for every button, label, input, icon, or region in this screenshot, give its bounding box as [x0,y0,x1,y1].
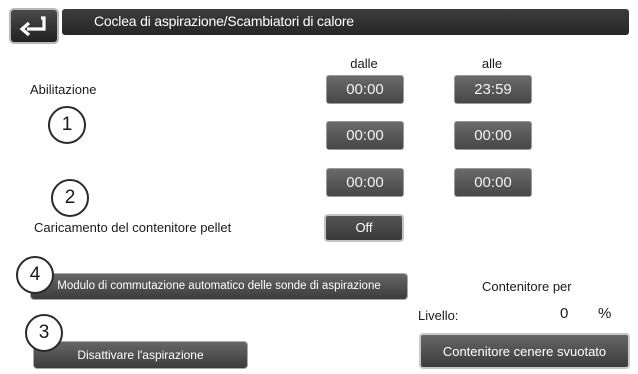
time-to-1[interactable]: 23:59 [454,75,532,104]
pellet-loading-label: Caricamento del contenitore pellet [34,220,232,235]
ash-container-emptied-button[interactable]: Contenitore cenere svuotato [419,333,630,369]
level-unit: % [598,305,612,322]
back-button[interactable] [9,8,59,44]
time-from-1[interactable]: 00:00 [326,75,404,104]
module-switch-button[interactable]: Modulo di commutazione automatico delle … [30,273,408,300]
pellet-loading-toggle[interactable]: Off [324,214,404,242]
disable-suction-button[interactable]: Disattivare l'aspirazione [33,341,248,369]
marker-3: 3 [25,314,63,352]
time-to-3[interactable]: 00:00 [454,168,532,197]
marker-1: 1 [48,106,86,144]
level-value: 0 [560,305,569,322]
to-column-label: alle [481,56,503,71]
time-from-2[interactable]: 00:00 [326,121,404,150]
time-to-2[interactable]: 00:00 [454,121,532,150]
return-arrow-icon [19,16,46,37]
marker-2: 2 [51,179,89,217]
from-column-label: dalle [350,56,378,71]
time-from-3[interactable]: 00:00 [326,168,404,197]
enable-label: Abilitazione [30,82,97,97]
title-bar: Coclea di aspirazione/Scambiatori di cal… [62,9,629,35]
level-label: Livello: [418,308,459,323]
marker-4: 4 [16,256,54,294]
container-title: Contenitore per [482,279,572,294]
page-title: Coclea di aspirazione/Scambiatori di cal… [94,13,354,29]
